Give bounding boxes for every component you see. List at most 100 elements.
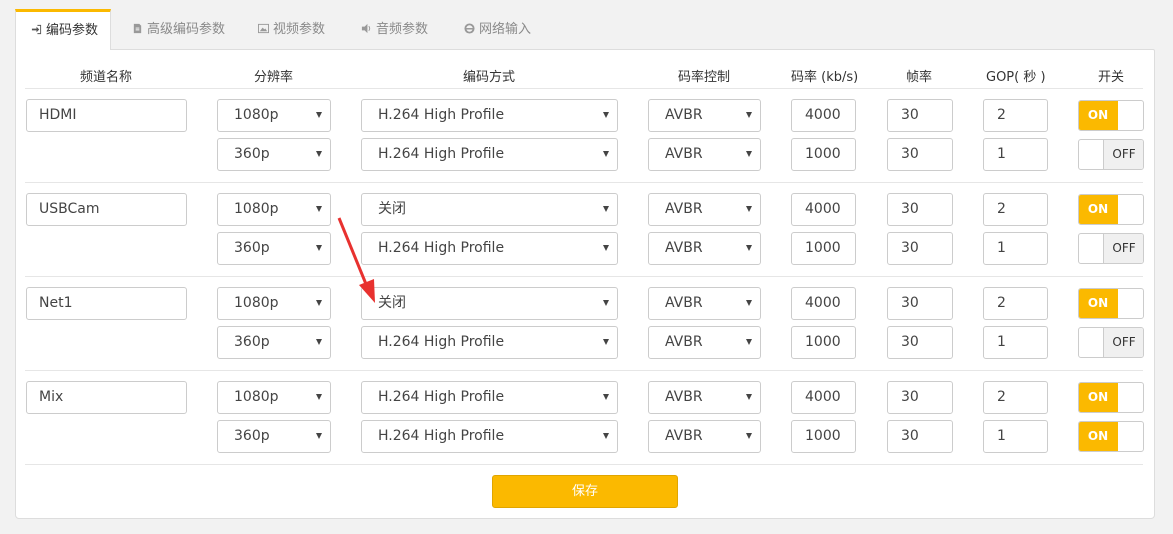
stream-toggle[interactable]: OFF xyxy=(1078,139,1144,170)
gop-input[interactable]: 2 xyxy=(983,99,1048,132)
gop-input[interactable]: 1 xyxy=(983,232,1048,265)
header-bitrate: 码率 (kb/s) xyxy=(791,70,859,85)
sign-in-icon xyxy=(31,24,42,35)
fps-input[interactable]: 30 xyxy=(887,420,953,453)
chevron-down-icon xyxy=(316,112,322,118)
resolution-select-value: 360p xyxy=(234,146,270,162)
rate-control-select-value: AVBR xyxy=(665,107,703,123)
fps-input[interactable]: 30 xyxy=(887,381,953,414)
bitrate-input[interactable]: 1000 xyxy=(791,138,856,171)
channel-name-input[interactable]: USBCam xyxy=(26,193,187,226)
bitrate-input[interactable]: 4000 xyxy=(791,193,856,226)
gop-input[interactable]: 1 xyxy=(983,420,1048,453)
resolution-select[interactable]: 360p xyxy=(217,138,331,171)
tab-label: 编码参数 xyxy=(46,23,99,38)
resolution-select[interactable]: 1080p xyxy=(217,381,331,414)
gop-input[interactable]: 1 xyxy=(983,138,1048,171)
stream-toggle[interactable]: OFF xyxy=(1078,233,1144,264)
codec-select-value: H.264 High Profile xyxy=(378,146,505,162)
codec-select-value: H.264 High Profile xyxy=(378,240,505,256)
tab-audio[interactable]: 音频参数 xyxy=(361,9,428,49)
codec-select[interactable]: H.264 High Profile xyxy=(361,381,618,414)
stream-toggle[interactable]: ON xyxy=(1078,382,1144,413)
header-switch: 开关 xyxy=(1098,70,1125,85)
rate-control-select-value: AVBR xyxy=(665,201,703,217)
bitrate-input[interactable]: 1000 xyxy=(791,420,856,453)
tab-encoding[interactable]: 编码参数 xyxy=(15,9,112,50)
resolution-select-value: 360p xyxy=(234,334,270,350)
fps-input[interactable]: 30 xyxy=(887,287,953,320)
bitrate-input[interactable]: 4000 xyxy=(791,381,856,414)
rate-control-select-value: AVBR xyxy=(665,146,703,162)
stream-toggle[interactable]: OFF xyxy=(1078,327,1144,358)
bitrate-input[interactable]: 4000 xyxy=(791,287,856,320)
codec-select[interactable]: H.264 High Profile xyxy=(361,326,618,359)
tab-network-input[interactable]: 网络输入 xyxy=(464,9,531,49)
fps-input[interactable]: 30 xyxy=(887,99,953,132)
rate-control-select[interactable]: AVBR xyxy=(648,381,761,414)
tab-advanced-encoding[interactable]: 高级编码参数 xyxy=(132,9,225,49)
tab-video[interactable]: 视频参数 xyxy=(258,9,325,49)
chevron-down-icon xyxy=(603,151,609,157)
chevron-down-icon xyxy=(746,151,752,157)
ie-icon xyxy=(464,23,475,34)
fps-input[interactable]: 30 xyxy=(887,193,953,226)
gop-input[interactable]: 2 xyxy=(983,193,1048,226)
fps-input[interactable]: 30 xyxy=(887,232,953,265)
codec-select-value: 关闭 xyxy=(378,295,406,311)
rate-control-select[interactable]: AVBR xyxy=(648,138,761,171)
codec-select[interactable]: 关闭 xyxy=(361,193,618,226)
save-button[interactable]: 保存 xyxy=(492,475,678,508)
stream-toggle[interactable]: ON xyxy=(1078,194,1144,225)
fps-input[interactable]: 30 xyxy=(887,326,953,359)
codec-select[interactable]: H.264 High Profile xyxy=(361,420,618,453)
gop-input[interactable]: 2 xyxy=(983,287,1048,320)
channel-name-input[interactable]: HDMI xyxy=(26,99,187,132)
gop-input[interactable]: 2 xyxy=(983,381,1048,414)
resolution-select-value: 1080p xyxy=(234,107,279,123)
codec-select[interactable]: H.264 High Profile xyxy=(361,138,618,171)
resolution-select-value: 1080p xyxy=(234,295,279,311)
resolution-select[interactable]: 360p xyxy=(217,326,331,359)
resolution-select[interactable]: 360p xyxy=(217,420,331,453)
chevron-down-icon xyxy=(746,300,752,306)
fps-input[interactable]: 30 xyxy=(887,138,953,171)
chevron-down-icon xyxy=(746,245,752,251)
chevron-down-icon xyxy=(746,394,752,400)
resolution-select[interactable]: 360p xyxy=(217,232,331,265)
rate-control-select[interactable]: AVBR xyxy=(648,287,761,320)
toggle-state: ON xyxy=(1079,289,1118,318)
toggle-state: ON xyxy=(1079,383,1118,412)
stream-toggle[interactable]: ON xyxy=(1078,100,1144,131)
codec-select[interactable]: 关闭 xyxy=(361,287,618,320)
bitrate-input[interactable]: 1000 xyxy=(791,232,856,265)
tab-label: 视频参数 xyxy=(273,22,326,37)
header-rate-control: 码率控制 xyxy=(678,70,731,85)
rate-control-select[interactable]: AVBR xyxy=(648,99,761,132)
codec-select[interactable]: H.264 High Profile xyxy=(361,232,618,265)
rate-control-select[interactable]: AVBR xyxy=(648,193,761,226)
resolution-select[interactable]: 1080p xyxy=(217,193,331,226)
chevron-down-icon xyxy=(316,151,322,157)
header-gop: GOP( 秒 ) xyxy=(986,70,1046,85)
rate-control-select[interactable]: AVBR xyxy=(648,420,761,453)
rate-control-select-value: AVBR xyxy=(665,240,703,256)
rate-control-select[interactable]: AVBR xyxy=(648,326,761,359)
gop-input[interactable]: 1 xyxy=(983,326,1048,359)
resolution-select[interactable]: 1080p xyxy=(217,287,331,320)
resolution-select[interactable]: 1080p xyxy=(217,99,331,132)
tab-label: 网络输入 xyxy=(479,22,532,37)
chevron-down-icon xyxy=(746,433,752,439)
channel-name-input[interactable]: Net1 xyxy=(26,287,187,320)
toggle-state: ON xyxy=(1079,195,1118,224)
rate-control-select[interactable]: AVBR xyxy=(648,232,761,265)
annotation-arrow-icon xyxy=(337,217,375,303)
stream-toggle[interactable]: ON xyxy=(1078,421,1144,452)
stream-toggle[interactable]: ON xyxy=(1078,288,1144,319)
bitrate-input[interactable]: 1000 xyxy=(791,326,856,359)
channel-name-input[interactable]: Mix xyxy=(26,381,187,414)
chevron-down-icon xyxy=(603,206,609,212)
codec-select-value: H.264 High Profile xyxy=(378,107,505,123)
codec-select[interactable]: H.264 High Profile xyxy=(361,99,618,132)
bitrate-input[interactable]: 4000 xyxy=(791,99,856,132)
